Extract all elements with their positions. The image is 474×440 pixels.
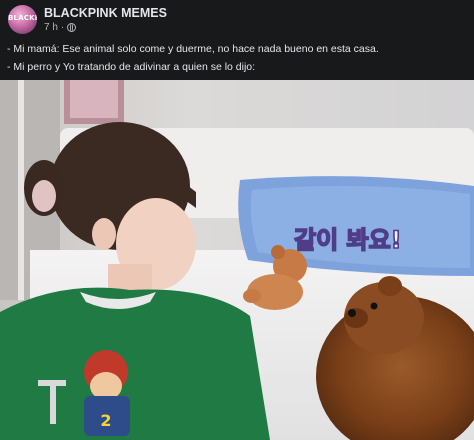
post-time-link[interactable]: 7 h: [44, 22, 58, 33]
shirt-number: 2: [100, 411, 111, 430]
pillow-text: 같이 봐요!: [294, 226, 402, 254]
pillow: 같이 봐요!: [238, 176, 474, 276]
page-avatar[interactable]: BLACKPINK: [8, 5, 37, 34]
avatar-logo-text: BLACKPINK: [8, 14, 37, 22]
post-meta: 7 h ·: [44, 22, 77, 33]
globe-icon: [67, 23, 77, 32]
post-photo[interactable]: 같이 봐요! 2: [0, 80, 474, 440]
page-name-link[interactable]: BLACKPINK MEMES: [44, 6, 167, 20]
post-caption-line: - Mi perro y Yo tratando de adivinar a q…: [7, 61, 256, 73]
meta-separator: ·: [60, 22, 65, 33]
post-caption-line: - Mi mamá: Ese animal solo come y duerme…: [7, 43, 379, 55]
post-header: BLACKPINK BLACKPINK MEMES 7 h ·: [0, 0, 474, 38]
photo-scene: 같이 봐요! 2: [0, 80, 474, 440]
